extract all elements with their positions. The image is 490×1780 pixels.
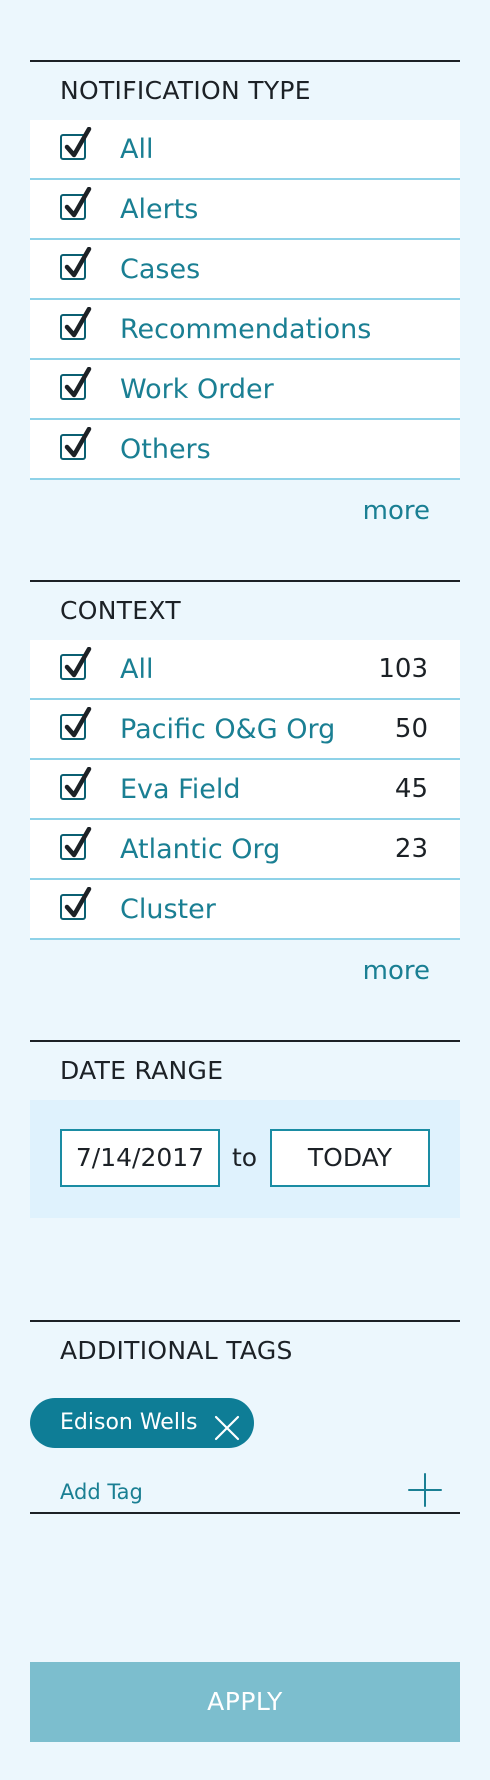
context-option[interactable]: Atlantic Org 23 xyxy=(30,820,460,880)
checkbox-checked-icon[interactable] xyxy=(60,707,92,740)
option-count: 103 xyxy=(378,654,428,684)
option-count: 23 xyxy=(394,834,428,864)
close-icon[interactable] xyxy=(214,1410,240,1460)
add-tag-label[interactable]: Add Tag xyxy=(60,1480,143,1504)
option-label: Eva Field xyxy=(120,773,241,805)
plus-icon[interactable] xyxy=(408,1473,442,1511)
option-label: All xyxy=(120,653,154,685)
start-date-input[interactable]: 7/14/2017 xyxy=(60,1129,220,1187)
context-option[interactable]: Eva Field 45 xyxy=(30,760,460,820)
context-option[interactable]: Pacific O&G Org 50 xyxy=(30,700,460,760)
end-date-input[interactable]: TODAY xyxy=(270,1129,430,1187)
checkbox-checked-icon[interactable] xyxy=(60,827,92,860)
context-section: CONTEXT All 103 Pacific O&G Org 50 Eva F… xyxy=(30,580,460,1002)
option-label: Cases xyxy=(120,253,201,285)
option-label: Cluster xyxy=(120,893,216,925)
apply-button[interactable]: APPLY xyxy=(30,1662,460,1742)
date-range-box: 7/14/2017 to TODAY xyxy=(30,1100,460,1218)
option-label: Others xyxy=(120,433,211,465)
notification-type-option[interactable]: Cases xyxy=(30,240,460,300)
context-option[interactable]: Cluster xyxy=(30,880,460,940)
option-label: Work Order xyxy=(120,373,274,405)
checkbox-checked-icon[interactable] xyxy=(60,187,92,220)
option-label: Alerts xyxy=(120,193,199,225)
notification-type-option[interactable]: Alerts xyxy=(30,180,460,240)
notification-type-option[interactable]: Recommendations xyxy=(30,300,460,360)
option-label: Recommendations xyxy=(120,313,372,345)
notification-type-section: NOTIFICATION TYPE All Alerts Cases Recom… xyxy=(30,60,460,542)
context-title: CONTEXT xyxy=(30,580,460,640)
context-option[interactable]: All 103 xyxy=(30,640,460,700)
option-label: Atlantic Org xyxy=(120,833,281,865)
checkbox-checked-icon[interactable] xyxy=(60,647,92,680)
notification-type-more-link[interactable]: more xyxy=(30,480,460,542)
date-range-separator: to xyxy=(232,1143,258,1172)
option-count: 50 xyxy=(394,714,428,744)
date-range-section: DATE RANGE 7/14/2017 to TODAY xyxy=(30,1040,460,1218)
notification-type-option[interactable]: Others xyxy=(30,420,460,480)
date-range-title: DATE RANGE xyxy=(30,1040,460,1100)
checkbox-checked-icon[interactable] xyxy=(60,247,92,280)
context-more-link[interactable]: more xyxy=(30,940,460,1002)
checkbox-checked-icon[interactable] xyxy=(60,887,92,920)
notification-type-title: NOTIFICATION TYPE xyxy=(30,60,460,120)
checkbox-checked-icon[interactable] xyxy=(60,767,92,800)
notification-type-option[interactable]: Work Order xyxy=(30,360,460,420)
option-count: 45 xyxy=(394,774,428,804)
checkbox-checked-icon[interactable] xyxy=(60,367,92,400)
additional-tags-section: ADDITIONAL TAGS Edison Wells Add Tag xyxy=(30,1320,460,1514)
option-label: Pacific O&G Org xyxy=(120,713,336,745)
notification-type-option[interactable]: All xyxy=(30,120,460,180)
checkbox-checked-icon[interactable] xyxy=(60,427,92,460)
additional-tags-title: ADDITIONAL TAGS xyxy=(30,1320,460,1380)
checkbox-checked-icon[interactable] xyxy=(60,127,92,160)
tag-chip-label: Edison Wells xyxy=(60,1410,198,1435)
option-label: All xyxy=(120,133,154,165)
tag-chip: Edison Wells xyxy=(30,1398,254,1448)
checkbox-checked-icon[interactable] xyxy=(60,307,92,340)
